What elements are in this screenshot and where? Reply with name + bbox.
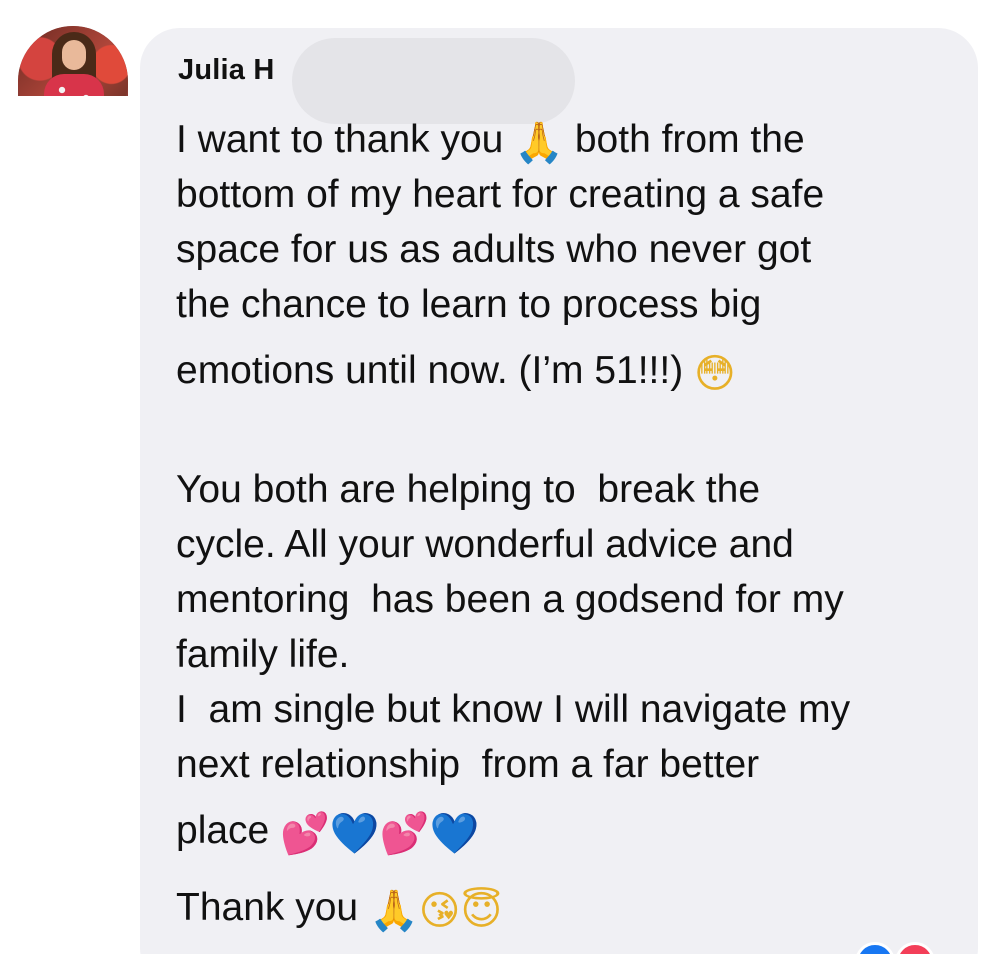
comment-text-segment: bottom of my heart for creating a safe: [176, 173, 825, 216]
avatar[interactable]: [18, 26, 128, 96]
avatar-shirt: [44, 74, 104, 96]
comment-line: next relationship from a far better: [176, 737, 966, 792]
comment-text-segment: I am single but know I will navigate my: [176, 688, 851, 731]
kissing-face-icon: 😘: [418, 888, 461, 934]
comment-line: mentoring has been a godsend for my: [176, 572, 966, 627]
comment-line: I want to thank you 🙏 both from the: [176, 112, 966, 167]
two-hearts-icon: 💕: [280, 811, 330, 857]
comment-text-segment: Thank you: [176, 886, 369, 929]
comment-line: cycle. All your wonderful advice and: [176, 517, 966, 572]
comment-line: I am single but know I will navigate my: [176, 682, 966, 737]
comment-text-segment: emotions until now. (I’m 51!!!): [176, 349, 695, 392]
comment-line: You both are helping to break the: [176, 462, 966, 517]
comment-text-segment: place: [176, 809, 281, 852]
comment-text-segment: next relationship from a far better: [176, 743, 760, 786]
comment-line: the chance to learn to process big: [176, 277, 966, 332]
love-reaction-icon: [895, 942, 935, 954]
comment-text-segment: You both are helping to break the: [176, 468, 761, 511]
comment-text-segment: the chance to learn to process big: [176, 283, 762, 326]
comment-text: I want to thank you 🙏 both from the bott…: [176, 112, 966, 946]
comment-text-segment: space for us as adults who never got: [176, 228, 812, 271]
folded-hands-icon: 🙏: [368, 888, 419, 934]
comment-line: bottom of my heart for creating a safe: [176, 167, 966, 222]
comment-text-segment: family life.: [176, 633, 350, 676]
comment-text-segment: mentoring has been a godsend for my: [176, 578, 844, 621]
comment-line: space for us as adults who never got: [176, 222, 966, 277]
comment-screenshot: Julia H I want to thank you 🙏 both from …: [0, 0, 995, 954]
avatar-face: [62, 40, 86, 70]
comment-text-segment: I want to thank you: [176, 118, 515, 161]
smiling-halo-icon: 😇: [460, 888, 503, 934]
folded-hands-icon: 🙏: [514, 120, 565, 166]
reaction-summary[interactable]: [855, 942, 945, 954]
blue-heart-icon: 💙: [429, 811, 480, 857]
blue-heart-icon: 💙: [329, 811, 380, 857]
comment-line: family life.: [176, 627, 966, 682]
comment-text-segment: both from the: [564, 118, 805, 161]
author-name[interactable]: Julia H: [178, 54, 275, 87]
comment-line: emotions until now. (I’m 51!!!) 😳: [176, 332, 966, 409]
like-reaction-icon: [855, 942, 895, 954]
comment-line: place 💕💙💕💙: [176, 792, 966, 869]
two-hearts-icon: 💕: [379, 811, 430, 857]
comment-text-segment: cycle. All your wonderful advice and: [176, 523, 794, 566]
comment-line: Thank you 🙏😘😇: [176, 869, 966, 946]
flushed-face-icon: 😳: [694, 351, 736, 397]
